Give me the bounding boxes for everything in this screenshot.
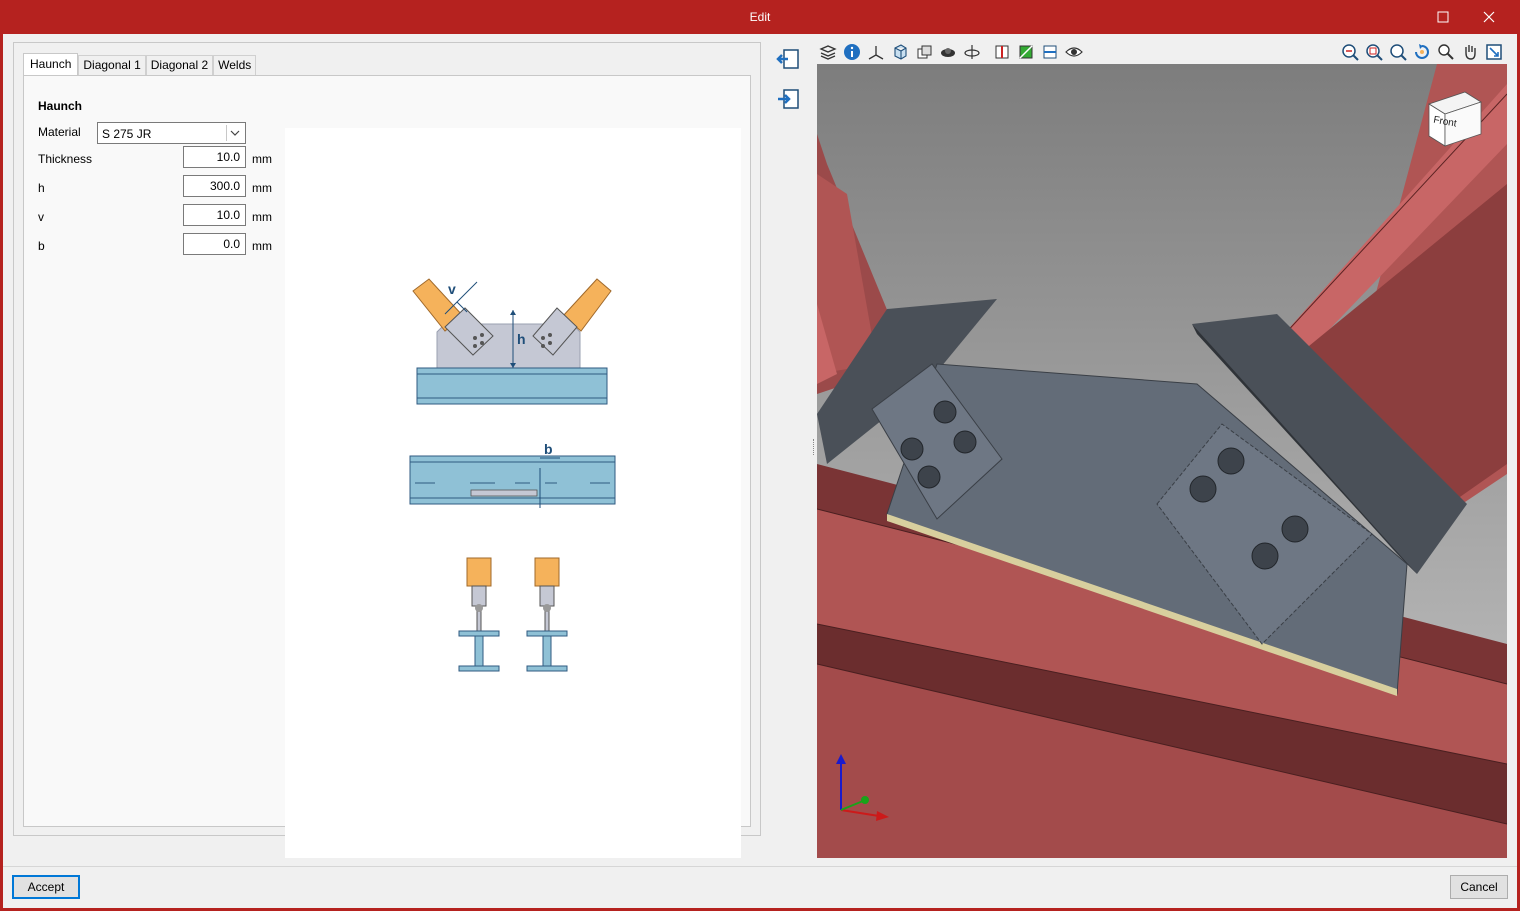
section-red-icon <box>995 45 1009 59</box>
zoom-window-button[interactable] <box>1436 40 1456 64</box>
material-select[interactable]: S 275 JR <box>97 122 246 144</box>
zoom-extents-icon <box>1366 44 1383 61</box>
h-label: h <box>38 181 45 195</box>
render-button[interactable] <box>938 40 958 64</box>
cube-icon <box>894 44 907 60</box>
haunch-diagram-svg: h v b <box>409 278 616 672</box>
info-icon <box>844 44 860 60</box>
eye-icon <box>1065 47 1083 57</box>
panel-splitter[interactable] <box>813 439 815 455</box>
b-dimension-label: b <box>544 441 553 457</box>
solid-view-button[interactable] <box>890 40 910 64</box>
h-dimension-label: h <box>517 331 526 347</box>
import-icon <box>778 89 799 109</box>
tab-strip: Haunch Diagonal 1 Diagonal 2 Welds <box>23 53 257 76</box>
section-blue-icon <box>1043 45 1057 59</box>
close-button[interactable] <box>1466 0 1512 34</box>
accept-button[interactable]: Accept <box>12 875 80 899</box>
info-button[interactable] <box>842 40 862 64</box>
haunch-diagram: h v b <box>285 128 741 858</box>
v-dimension-label: v <box>448 281 456 297</box>
h-input[interactable]: 300.0 <box>183 175 246 197</box>
section-blue-button[interactable] <box>1040 40 1060 64</box>
maximize-icon <box>1437 11 1449 23</box>
visibility-button[interactable] <box>1064 40 1084 64</box>
pan-button[interactable] <box>1460 40 1480 64</box>
chevron-down-icon <box>230 130 240 136</box>
properties-panel: Haunch Diagonal 1 Diagonal 2 Welds Haunc… <box>13 42 761 858</box>
fullscreen-icon <box>1486 44 1502 60</box>
cubes-icon <box>917 45 932 59</box>
axes-button[interactable] <box>866 40 886 64</box>
thickness-label: Thickness <box>38 152 93 166</box>
import-button[interactable] <box>774 86 802 112</box>
rotate-button[interactable] <box>1412 40 1432 64</box>
view-toolbar <box>818 40 1084 64</box>
tab-welds[interactable]: Welds <box>213 55 257 76</box>
b-input[interactable]: 0.0 <box>183 233 246 255</box>
export-icon <box>776 49 799 69</box>
title-bar: Edit <box>0 0 1520 34</box>
dialog-client: Haunch Diagonal 1 Diagonal 2 Welds Haunc… <box>3 34 1517 908</box>
b-unit: mm <box>252 239 272 253</box>
dialog-footer: Accept Cancel <box>3 866 1517 908</box>
v-unit: mm <box>252 210 272 224</box>
render-icon <box>941 48 955 57</box>
axes-icon <box>868 46 884 60</box>
v-label: v <box>38 210 44 224</box>
tab-diagonal-1[interactable]: Diagonal 1 <box>78 55 146 76</box>
3d-viewport[interactable]: Front <box>817 64 1507 858</box>
navigation-toolbar <box>1340 40 1504 64</box>
orbit-button[interactable] <box>962 40 982 64</box>
section-green-button[interactable] <box>1016 40 1036 64</box>
3d-model-svg: Front <box>817 64 1507 858</box>
material-label: Material <box>38 125 81 139</box>
zoom-previous-icon <box>1342 44 1359 61</box>
close-icon <box>1483 11 1495 23</box>
zoom-extents-button[interactable] <box>1364 40 1384 64</box>
multi-view-button[interactable] <box>914 40 934 64</box>
rotate-icon <box>1415 44 1429 59</box>
edit-window: Edit Haunch Diagonal 1 Diagonal 2 Welds … <box>0 0 1520 911</box>
zoom-window-icon <box>1438 44 1454 60</box>
window-title: Edit <box>749 10 771 24</box>
section-green-icon <box>1019 45 1033 59</box>
h-unit: mm <box>252 181 272 195</box>
layers-button[interactable] <box>818 40 838 64</box>
zoom-button[interactable] <box>1388 40 1408 64</box>
tab-haunch[interactable]: Haunch <box>23 53 79 76</box>
orbit-icon <box>964 45 980 59</box>
thickness-unit: mm <box>252 152 272 166</box>
zoom-icon <box>1390 44 1407 61</box>
hand-icon <box>1465 45 1476 60</box>
section-title: Haunch <box>38 99 83 113</box>
plan-view: b <box>409 441 616 508</box>
haunch-tab-page: Haunch Material S 275 JR Thickness 10.0 … <box>23 75 751 858</box>
thickness-input[interactable]: 10.0 <box>183 146 246 168</box>
fullscreen-button[interactable] <box>1484 40 1504 64</box>
side-views <box>458 557 568 672</box>
maximize-button[interactable] <box>1420 0 1466 34</box>
section-red-button[interactable] <box>992 40 1012 64</box>
v-input[interactable]: 10.0 <box>183 204 246 226</box>
b-label: b <box>38 239 45 253</box>
tab-diagonal-2[interactable]: Diagonal 2 <box>145 55 214 76</box>
layers-icon <box>819 45 837 60</box>
material-value: S 275 JR <box>102 127 152 141</box>
cancel-button[interactable]: Cancel <box>1450 875 1508 899</box>
export-button[interactable] <box>774 46 802 72</box>
zoom-previous-button[interactable] <box>1340 40 1360 64</box>
elevation-view: h v <box>412 278 612 405</box>
